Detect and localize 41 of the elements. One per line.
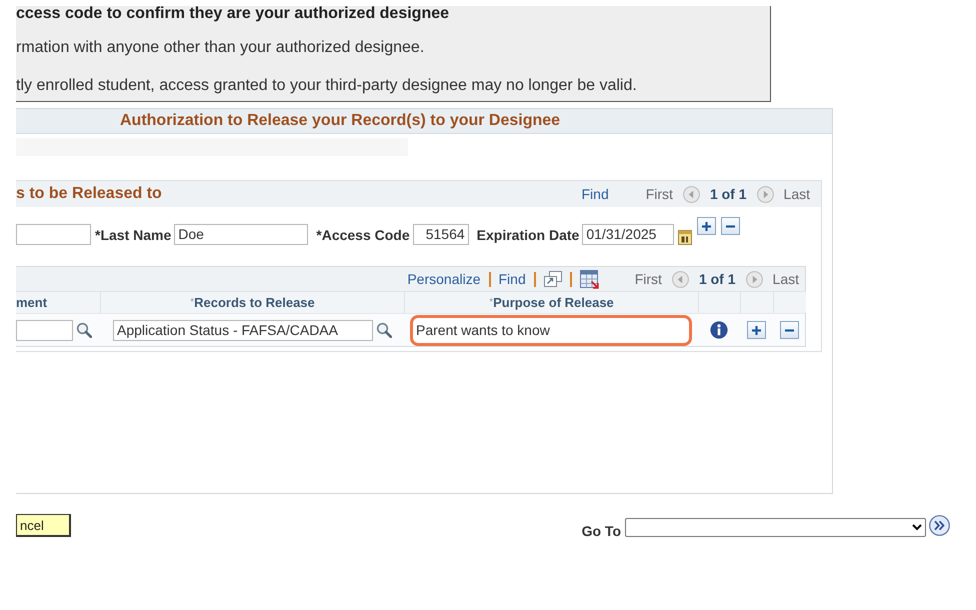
find-link[interactable]: Find (582, 186, 609, 202)
add-row-button[interactable] (697, 217, 716, 235)
section-title: s to be Released to (16, 185, 163, 203)
goto-select[interactable] (625, 518, 926, 537)
panel-title: Authorization to Release your Record(s) to your Designee (120, 112, 560, 130)
notice-text: tly enrolled student, access granted to your third-party designee may no longer be valid. (16, 76, 638, 96)
personalize-link[interactable]: Personalize (407, 271, 480, 287)
page-count: 1 of 1 (710, 186, 747, 202)
field-label: *Access Code (316, 226, 410, 242)
lookup-field[interactable] (16, 320, 73, 340)
notice-heading: ccess code to confirm they are your authorized designee (16, 4, 450, 24)
last-link[interactable]: Last (772, 271, 799, 287)
delete-row-button[interactable] (721, 217, 740, 235)
page-count: 1 of 1 (698, 271, 736, 287)
plus-icon (701, 220, 712, 232)
text-field[interactable]: Doe (174, 224, 308, 245)
plus-icon (751, 324, 762, 336)
add-row-button[interactable] (747, 321, 766, 339)
field-label: *Last Name (95, 226, 172, 242)
text-field[interactable] (16, 224, 91, 245)
first-link[interactable]: First (634, 271, 662, 287)
goto-label: Go To (582, 523, 621, 539)
last-link[interactable]: Last (784, 186, 810, 202)
lookup-field[interactable]: Application Status - FAFSA/CADAA (113, 320, 373, 340)
field-label: Expiration Date (476, 226, 580, 242)
search-icon[interactable] (76, 322, 92, 338)
calendar-icon[interactable] (678, 228, 692, 244)
new-window-icon[interactable] (544, 271, 562, 287)
info-icon[interactable] (710, 321, 728, 339)
text-field[interactable]: Parent wants to know (410, 314, 692, 346)
column-header: ment (16, 291, 100, 313)
date-field[interactable]: 01/31/2025 (582, 224, 674, 245)
search-icon[interactable] (376, 322, 392, 338)
find-link[interactable]: Find (498, 271, 526, 287)
delete-row-button[interactable] (780, 321, 799, 339)
notice-text: rmation with anyone other than your authorized designee. (16, 38, 426, 58)
cancel-button[interactable]: ncel (16, 514, 71, 537)
double-chevron-icon[interactable] (929, 515, 950, 536)
first-link[interactable]: First (646, 186, 673, 202)
spreadsheet-icon[interactable] (580, 270, 599, 288)
number-field[interactable]: 51564 (412, 224, 469, 245)
